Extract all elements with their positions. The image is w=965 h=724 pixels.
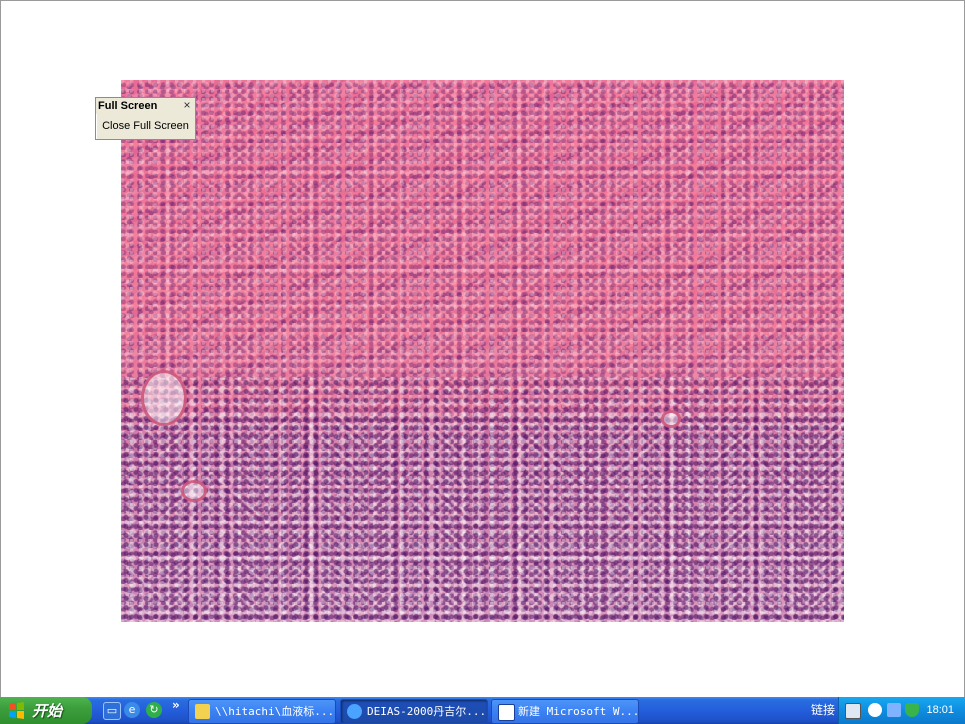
stroma-region <box>121 80 844 417</box>
refresh-icon[interactable]: ↻ <box>146 702 162 718</box>
task-label: 新建 Microsoft W... <box>518 705 639 718</box>
network-icon[interactable] <box>887 703 901 717</box>
close-fullscreen-button[interactable]: Close Full Screen <box>100 117 191 135</box>
task-label: DEIAS-2000丹吉尔... <box>367 705 487 718</box>
vessel-shape <box>181 480 207 502</box>
fullscreen-toolbar: Full Screen × Close Full Screen <box>95 97 196 140</box>
quick-launch-chevron-icon[interactable]: » <box>172 698 180 712</box>
shield-icon[interactable] <box>905 703 919 717</box>
windows-logo-icon <box>9 702 24 719</box>
chevron-left-icon[interactable] <box>868 703 882 717</box>
clock[interactable]: 18:01 <box>926 697 954 724</box>
folder-icon <box>195 704 210 719</box>
app-icon <box>347 704 362 719</box>
links-toolbar-label[interactable]: 链接 <box>811 697 835 724</box>
micrograph-image <box>121 80 844 622</box>
desktop-icon[interactable]: ▭ <box>103 702 121 720</box>
vessel-shape <box>141 370 187 426</box>
task-button-folder[interactable]: \\hitachi\血液标... <box>188 699 336 724</box>
system-tray: 18:01 <box>838 697 965 724</box>
task-button-word[interactable]: 新建 Microsoft W... <box>491 699 639 724</box>
word-icon <box>498 704 515 721</box>
internet-explorer-icon[interactable]: e <box>124 702 140 718</box>
task-button-deias[interactable]: DEIAS-2000丹吉尔... <box>340 699 488 724</box>
fullscreen-title-text: Full Screen <box>98 100 158 112</box>
task-label: \\hitachi\血液标... <box>215 705 335 718</box>
infiltrate-region <box>121 378 844 622</box>
close-icon[interactable]: × <box>181 98 193 113</box>
start-button[interactable]: 开始 <box>0 697 92 724</box>
vessel-shape <box>661 410 681 428</box>
start-label: 开始 <box>32 702 63 720</box>
keyboard-icon[interactable] <box>845 703 861 719</box>
fullscreen-toolbar-title[interactable]: Full Screen × <box>96 98 195 114</box>
taskbar: 开始 ▭ e ↻ » \\hitachi\血液标... DEIAS-2000丹吉… <box>0 697 965 724</box>
